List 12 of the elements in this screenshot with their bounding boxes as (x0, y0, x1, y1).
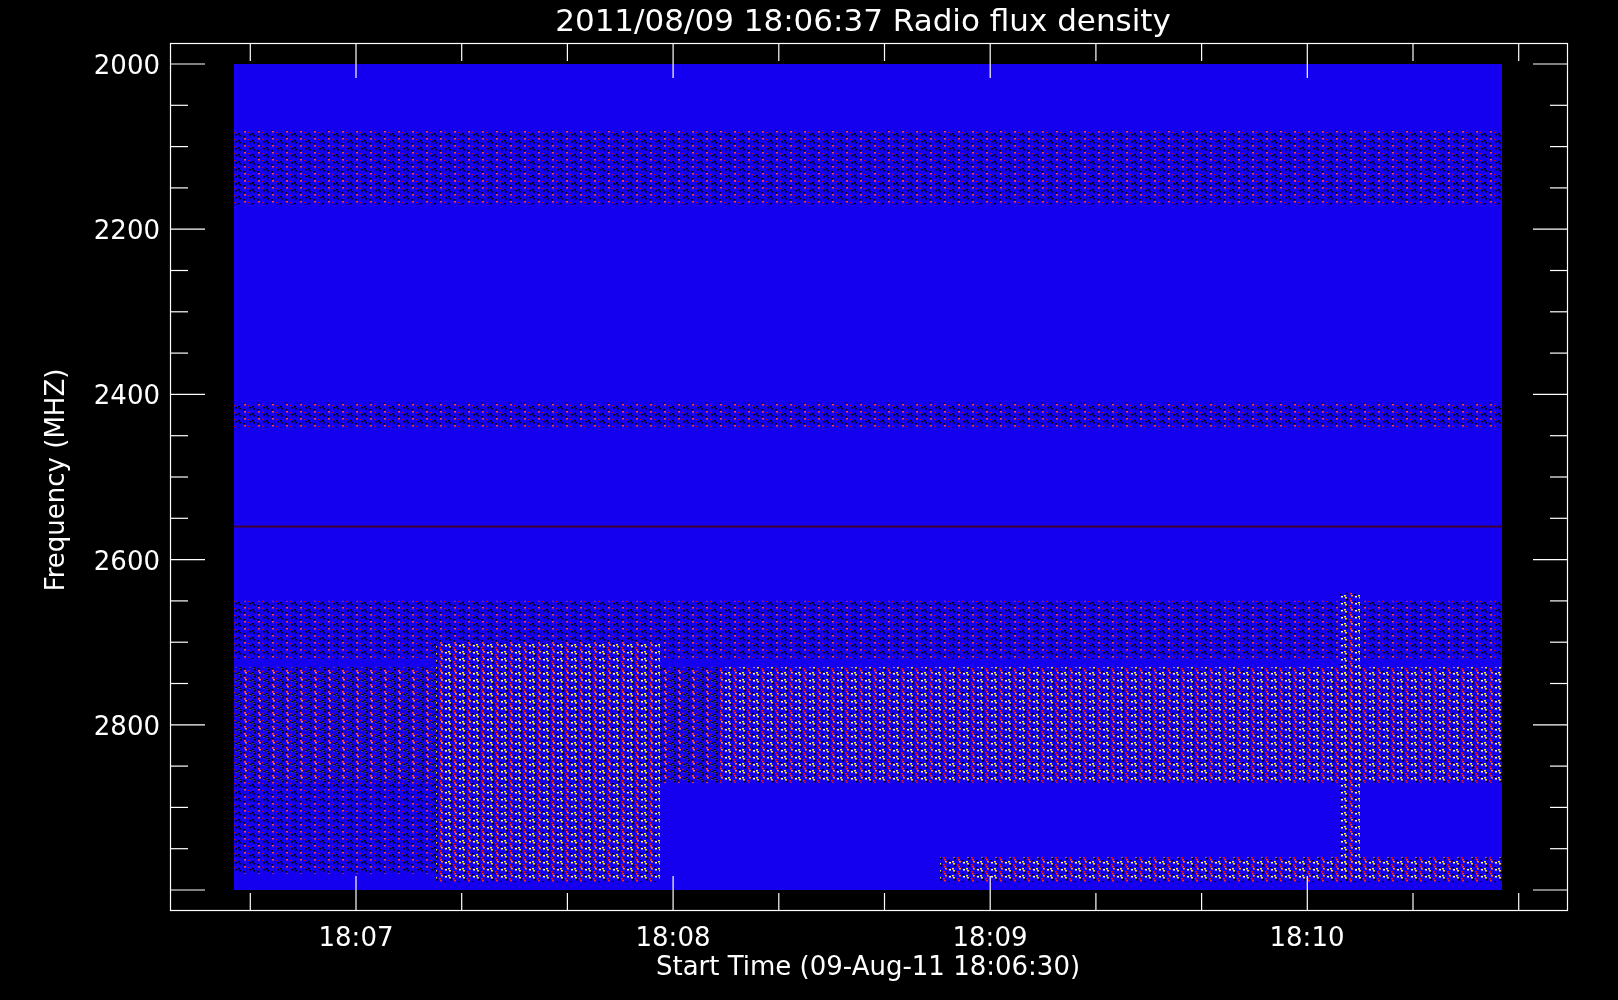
axis-tick-label: 2800 (93, 710, 160, 741)
axis-tick-label: 2600 (93, 545, 160, 576)
axis-tick-label: 2000 (93, 50, 160, 80)
axis-tick-label: 18:09 (952, 922, 1028, 952)
axis-tick-label: 18:07 (318, 922, 394, 952)
chart-title: 2011/08/09 18:06:37 Radio flux density (555, 2, 1171, 38)
axis-tick-label: 18:08 (635, 922, 711, 952)
axis-title: Frequency (MHZ) (40, 368, 70, 592)
axis-tick-label: 2200 (93, 215, 160, 246)
axis-tick-label: 18:10 (1269, 922, 1345, 952)
axis-tick-label: 2400 (93, 380, 160, 411)
axis-title: Start Time (09-Aug-11 18:06:30) (655, 951, 1081, 981)
